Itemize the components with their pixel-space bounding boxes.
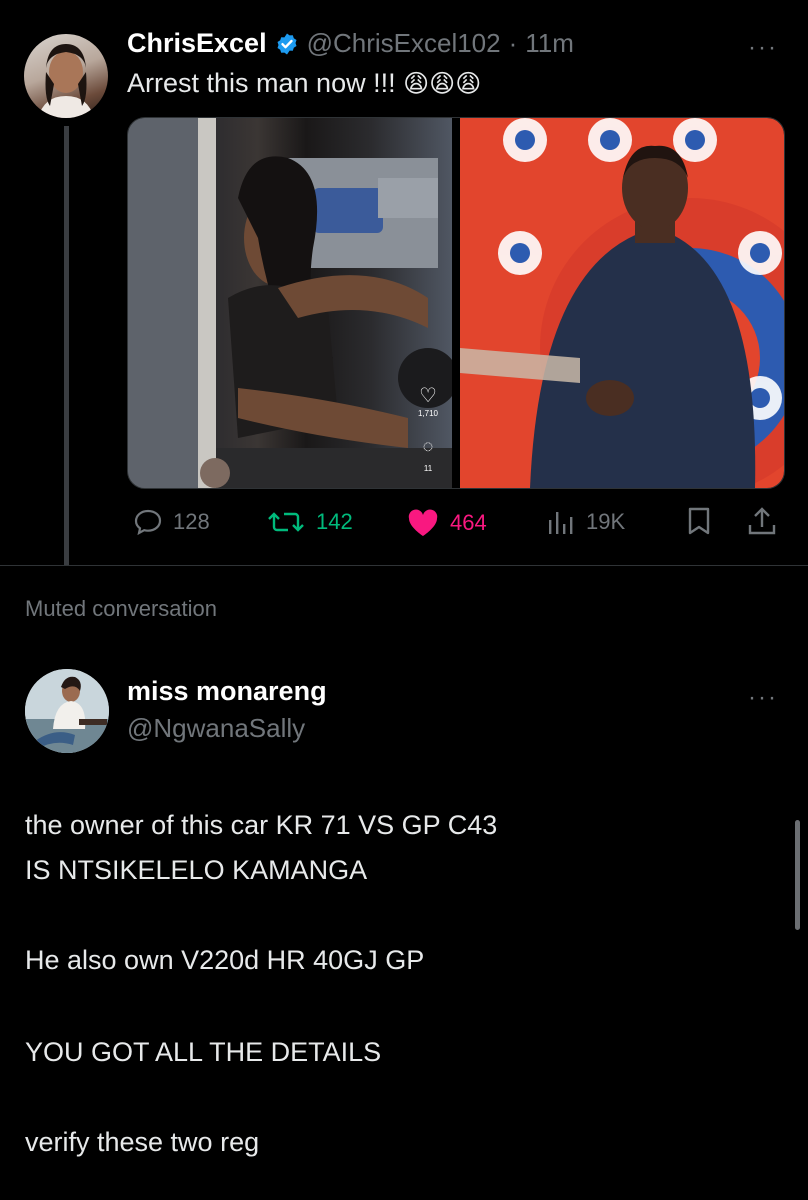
- author-name[interactable]: ChrisExcel: [127, 28, 267, 59]
- share-icon: [748, 507, 776, 535]
- muted-conversation-label[interactable]: Muted conversation: [25, 596, 217, 622]
- thread-line: [64, 126, 69, 566]
- tweet-text-body: Arrest this man now !!!: [127, 68, 396, 98]
- views-icon: [549, 512, 573, 534]
- media-small-avatar: [200, 458, 230, 488]
- reply-icon: [134, 509, 162, 536]
- media-comment-count: 11: [423, 464, 433, 473]
- car-photo: [128, 118, 458, 488]
- media-like-count: 1,710: [417, 409, 439, 418]
- scrollbar[interactable]: [795, 820, 800, 930]
- reply-more-icon[interactable]: ···: [748, 684, 778, 712]
- views-count: 19K: [586, 509, 626, 534]
- reply-text-line-2: IS NTSIKELELO KAMANGA: [25, 855, 368, 885]
- author-avatar[interactable]: [24, 34, 108, 118]
- retweet-icon: [268, 512, 304, 532]
- media-image-car[interactable]: ♡ 1,710 ◌ 11: [128, 118, 458, 488]
- reply-button[interactable]: 128: [133, 508, 210, 536]
- tweet-emoji: 😩😩😩: [403, 70, 482, 98]
- reply-author-name[interactable]: miss monareng: [127, 676, 327, 707]
- media-heart: ♡: [416, 383, 440, 408]
- verified-badge-icon: [275, 32, 299, 56]
- media-image-speaker[interactable]: [460, 118, 784, 488]
- speaker-photo: [460, 118, 784, 488]
- bookmark-icon: [688, 507, 710, 535]
- reply-text-line-1: the owner of this car KR 71 VS GP C43: [25, 810, 498, 840]
- views-button[interactable]: 19K: [546, 508, 625, 536]
- author-avatar-image: [38, 44, 94, 118]
- reply-text-line-4: YOU GOT ALL THE DETAILS: [25, 1037, 382, 1067]
- heart-icon: [408, 509, 438, 536]
- retweet-button[interactable]: 142: [266, 508, 353, 536]
- tweet-time[interactable]: 11m: [525, 28, 574, 59]
- tweet-media[interactable]: ♡ 1,710 ◌ 11: [127, 117, 785, 489]
- reply-author-handle[interactable]: @NgwanaSally: [127, 713, 305, 744]
- bookmark-button[interactable]: [686, 506, 712, 541]
- share-button[interactable]: [747, 505, 777, 542]
- separator: ·: [508, 28, 518, 58]
- more-icon[interactable]: ···: [748, 34, 778, 62]
- tweet-text: Arrest this man now !!! 😩😩😩: [127, 68, 481, 99]
- media-comment-icon: ◌: [422, 436, 434, 456]
- reply-count: 128: [173, 509, 210, 534]
- divider: [0, 565, 808, 566]
- tweet-header: ChrisExcel @ChrisExcel102 · 11m: [127, 28, 574, 59]
- reply-avatar-image: [25, 669, 109, 753]
- reply-text-line-5: verify these two reg: [25, 1127, 260, 1157]
- reply-text-line-3: He also own V220d HR 40GJ GP: [25, 945, 425, 975]
- like-button[interactable]: 464: [406, 508, 487, 538]
- author-handle[interactable]: @ChrisExcel102: [307, 28, 501, 59]
- reply-author-avatar[interactable]: [25, 669, 109, 753]
- like-count: 464: [450, 510, 487, 535]
- media-heart-icon: ♡: [419, 385, 437, 407]
- retweet-count: 142: [316, 509, 353, 534]
